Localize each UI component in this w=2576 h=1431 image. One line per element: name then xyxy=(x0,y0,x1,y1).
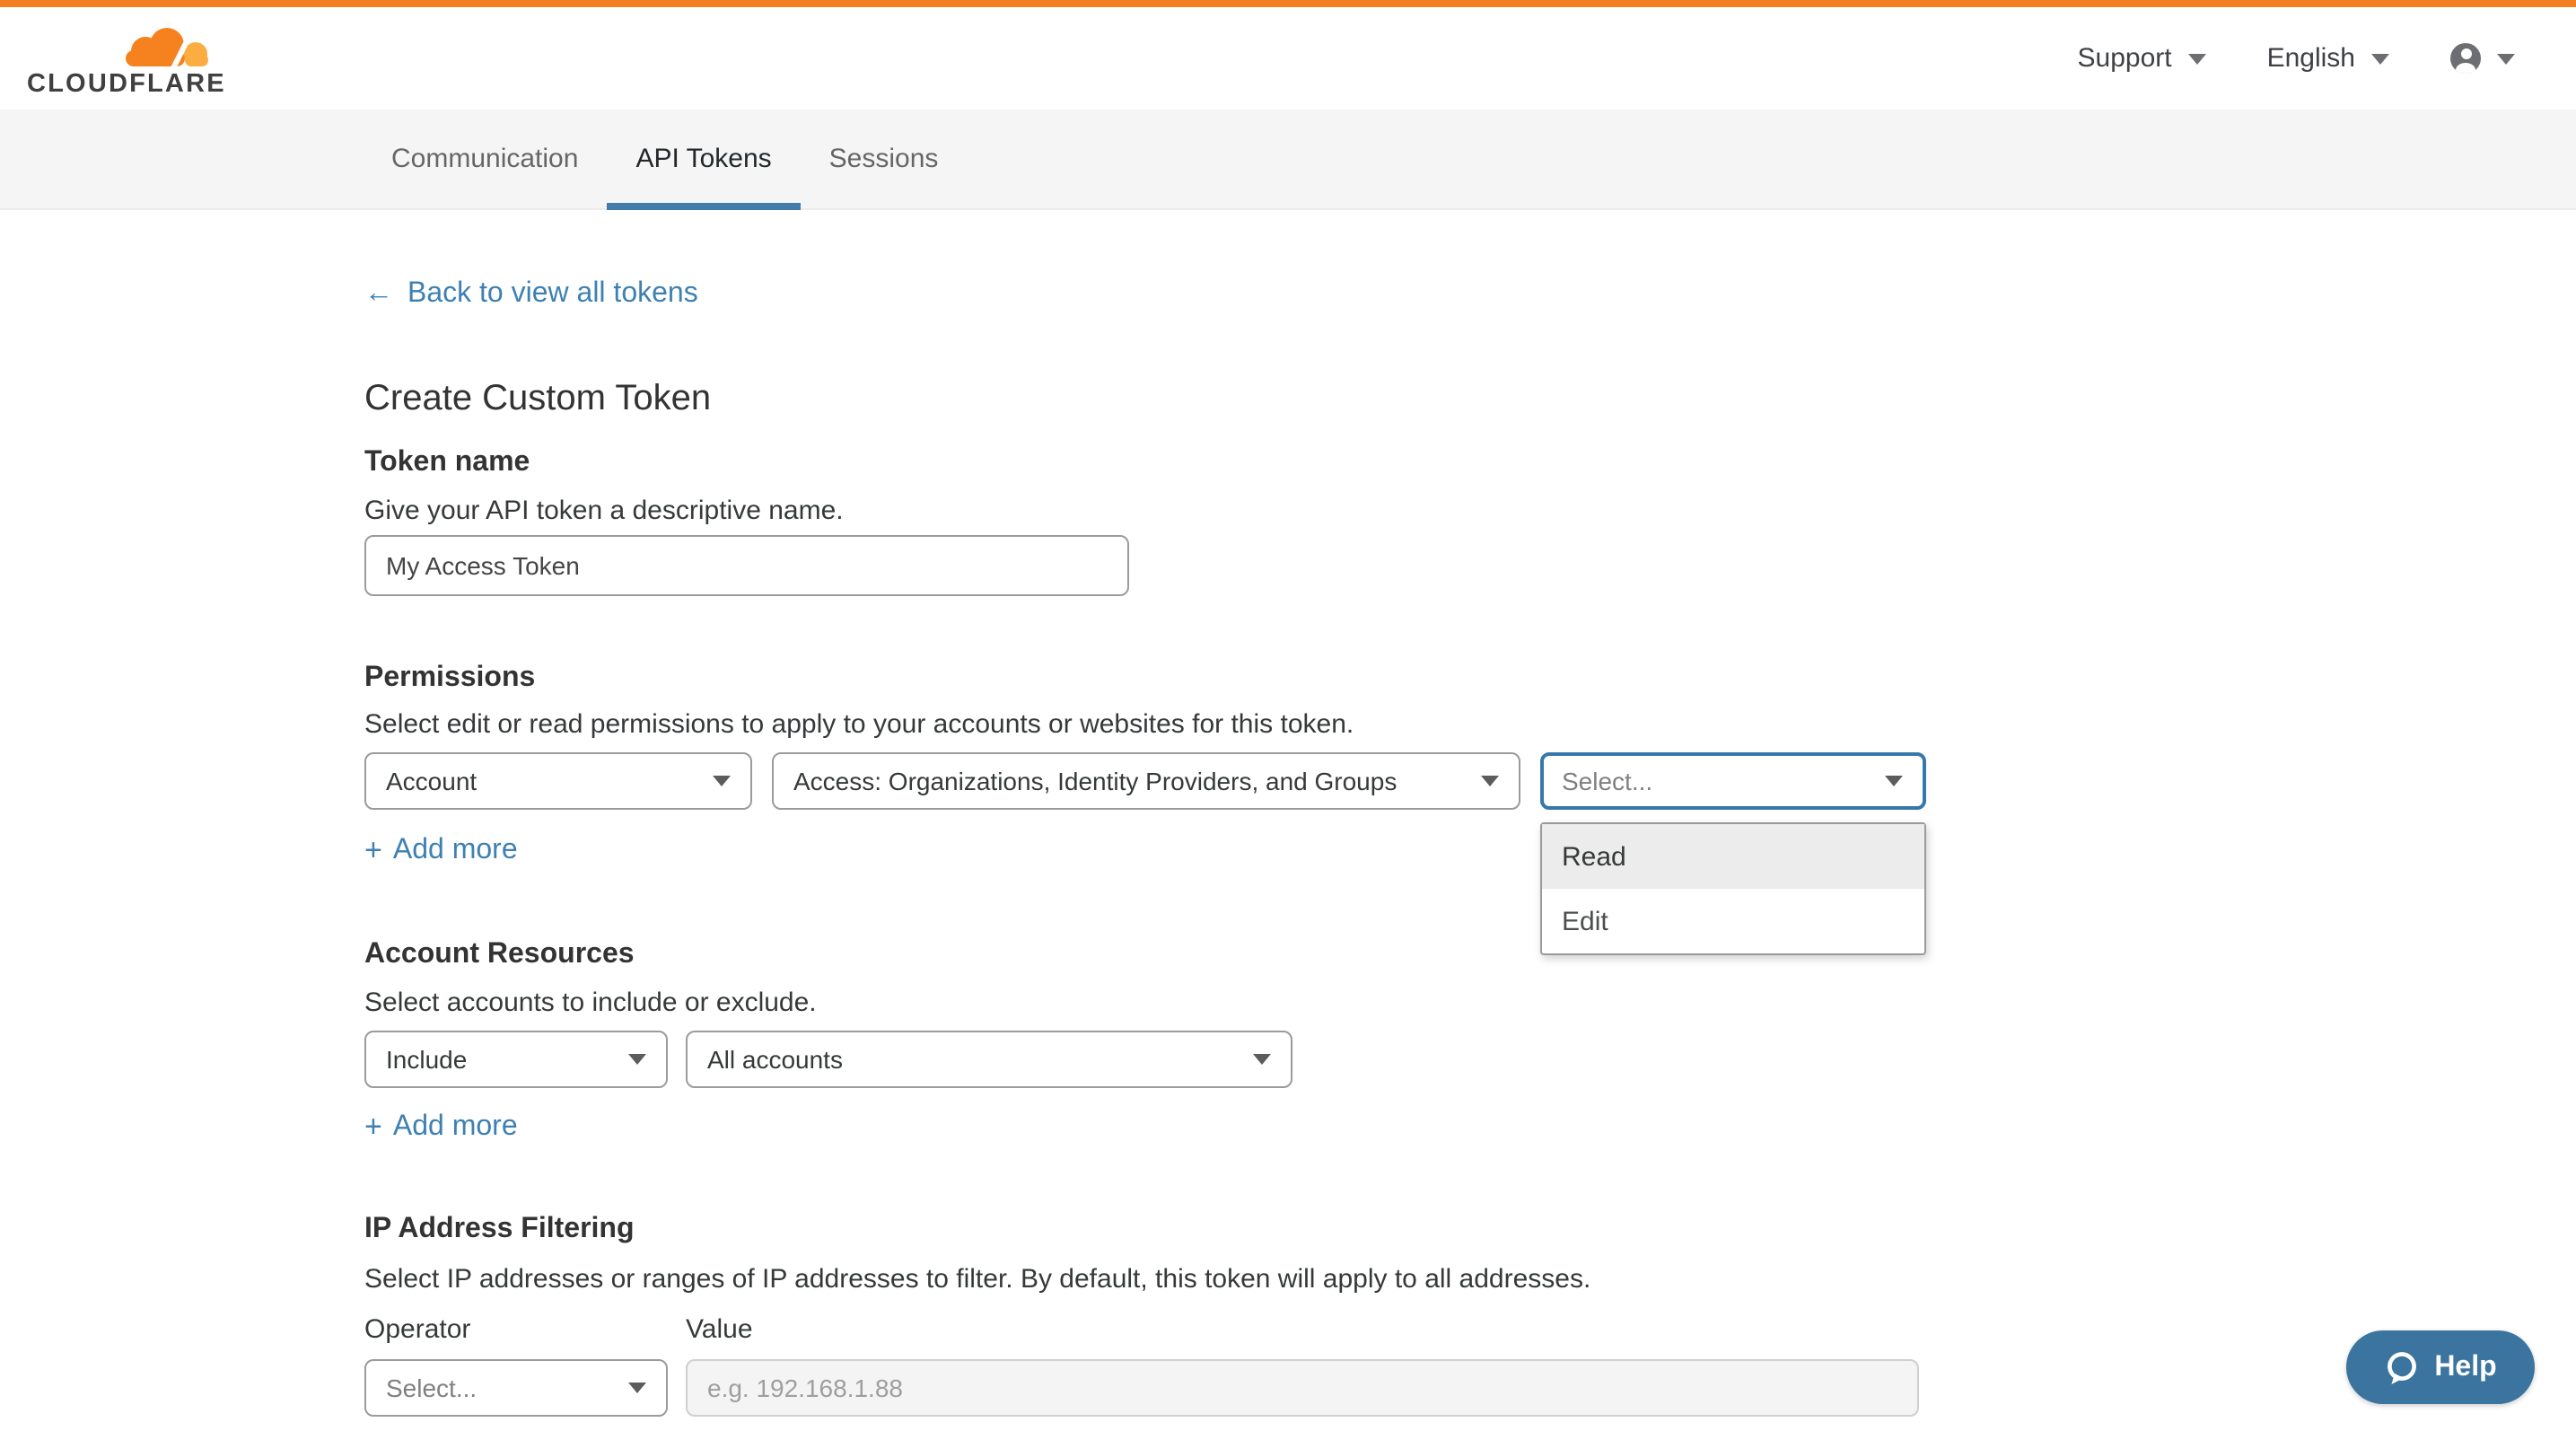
ip-operator-select[interactable]: Select... xyxy=(364,1359,668,1417)
cloudflare-logo[interactable]: CLOUDFLARE xyxy=(27,27,214,97)
support-menu[interactable]: Support xyxy=(2078,43,2206,74)
permission-level-menu: Read Edit xyxy=(1540,822,1926,955)
tab-label: API Tokens xyxy=(635,144,771,174)
permissions-description: Select edit or read permissions to apply… xyxy=(364,711,2576,738)
permission-resource-select[interactable]: Access: Organizations, Identity Provider… xyxy=(772,752,1520,810)
operator-label: Operator xyxy=(364,1316,686,1343)
language-label: English xyxy=(2267,43,2355,74)
tab-bar: Communication API Tokens Sessions xyxy=(0,110,2576,210)
ip-value-input[interactable] xyxy=(686,1359,1919,1417)
support-label: Support xyxy=(2078,43,2172,74)
add-more-label: Add more xyxy=(393,837,518,865)
value-label: Value xyxy=(686,1316,753,1343)
ip-operator-placeholder: Select... xyxy=(386,1374,477,1402)
token-name-heading: Token name xyxy=(364,449,2576,478)
cloudflare-dashboard: CLOUDFLARE Support English Communication xyxy=(0,0,2576,1431)
account-resources-row: Include All accounts xyxy=(364,1031,2576,1088)
caret-down-icon xyxy=(713,776,731,786)
page-title: Create Custom Token xyxy=(364,381,2576,418)
token-name-description: Give your API token a descriptive name. xyxy=(364,497,2576,524)
tab-api-tokens[interactable]: API Tokens xyxy=(607,110,800,208)
resource-accounts-value: All accounts xyxy=(707,1045,843,1074)
menu-option-read[interactable]: Read xyxy=(1542,824,1924,889)
tab-label: Communication xyxy=(391,144,578,174)
caret-down-icon xyxy=(1253,1054,1271,1065)
account-resources-heading: Account Resources xyxy=(364,941,2576,970)
tab-sessions[interactable]: Sessions xyxy=(801,110,968,208)
menu-option-edit[interactable]: Edit xyxy=(1542,889,1924,953)
account-resources-description: Select accounts to include or exclude. xyxy=(364,989,2576,1016)
cloudflare-cloud-icon xyxy=(120,27,214,72)
ip-filtering-heading: IP Address Filtering xyxy=(364,1216,2576,1244)
permissions-row: Account Access: Organizations, Identity … xyxy=(364,752,2576,810)
token-name-input[interactable] xyxy=(364,535,1129,596)
top-accent-bar xyxy=(0,0,2576,7)
resource-mode-value: Include xyxy=(386,1045,467,1074)
add-more-label: Add more xyxy=(393,1113,518,1142)
permission-scope-value: Account xyxy=(386,767,477,795)
permissions-heading: Permissions xyxy=(364,664,2576,693)
help-label: Help xyxy=(2434,1351,2496,1383)
resource-accounts-select[interactable]: All accounts xyxy=(686,1031,1292,1088)
back-arrow-icon: ← xyxy=(364,280,393,309)
header: CLOUDFLARE Support English xyxy=(0,7,2576,110)
tab-label: Sessions xyxy=(829,144,939,174)
account-menu[interactable] xyxy=(2450,43,2515,74)
caret-down-icon xyxy=(1885,776,1903,786)
resource-mode-select[interactable]: Include xyxy=(364,1031,668,1088)
add-more-permission-link[interactable]: + Add more xyxy=(364,837,518,865)
permission-level-placeholder: Select... xyxy=(1562,767,1652,795)
plus-icon: + xyxy=(364,837,382,865)
chevron-down-icon xyxy=(2497,53,2515,64)
ip-filtering-description: Select IP addresses or ranges of IP addr… xyxy=(364,1266,2576,1293)
back-link[interactable]: ← Back to view all tokens xyxy=(364,280,698,309)
add-more-account-resource-link[interactable]: + Add more xyxy=(364,1113,518,1142)
permission-level-select[interactable]: Select... xyxy=(1540,752,1926,810)
ip-filtering-labels: Operator Value xyxy=(364,1316,2576,1343)
help-button[interactable]: Help xyxy=(2346,1330,2535,1404)
chat-bubble-icon xyxy=(2384,1349,2420,1385)
back-link-label: Back to view all tokens xyxy=(407,280,698,309)
cloudflare-wordmark: CLOUDFLARE xyxy=(27,74,214,97)
permission-scope-select[interactable]: Account xyxy=(364,752,752,810)
language-menu[interactable]: English xyxy=(2267,43,2389,74)
caret-down-icon xyxy=(1481,776,1499,786)
header-nav: Support English xyxy=(2078,7,2516,110)
ip-filtering-row: Select... xyxy=(364,1359,2576,1417)
active-tab-underline xyxy=(607,203,800,210)
plus-icon: + xyxy=(364,1113,382,1142)
permission-level-wrap: Select... Read Edit xyxy=(1540,752,1926,810)
main-content: ← Back to view all tokens Create Custom … xyxy=(0,210,2576,1417)
chevron-down-icon xyxy=(2188,53,2206,64)
caret-down-icon xyxy=(628,1054,646,1065)
tab-communication[interactable]: Communication xyxy=(363,110,607,208)
user-avatar-icon xyxy=(2450,43,2481,74)
caret-down-icon xyxy=(628,1383,646,1393)
permission-resource-value: Access: Organizations, Identity Provider… xyxy=(793,767,1397,795)
chevron-down-icon xyxy=(2371,53,2389,64)
